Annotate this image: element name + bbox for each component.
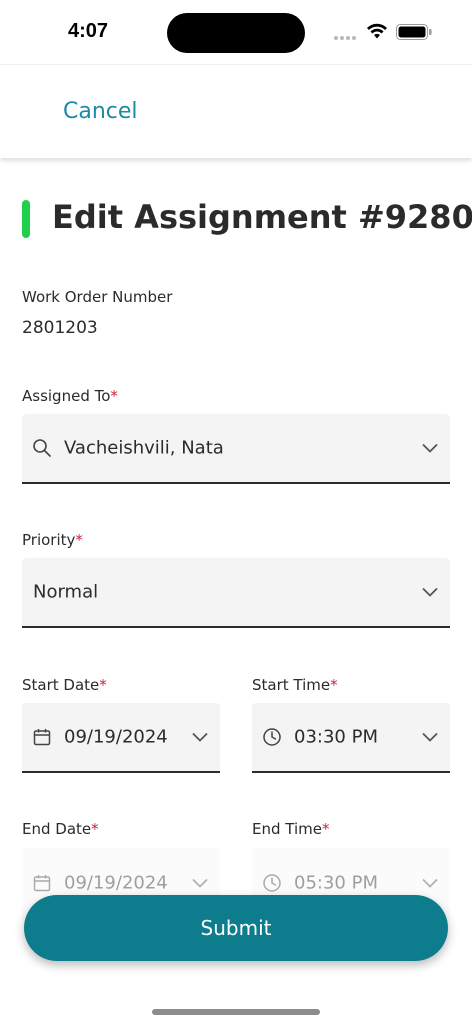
assigned-to-select[interactable]: Vacheishvili, Nata: [22, 414, 450, 484]
start-time-value: 03:30 PM: [294, 726, 378, 748]
priority-select[interactable]: Normal: [22, 558, 450, 628]
work-order-label: Work Order Number: [22, 288, 173, 306]
clock-icon: [263, 728, 281, 746]
start-time-label-text: Start Time: [252, 676, 331, 694]
end-date-label: End Date*: [22, 820, 99, 838]
required-mark: *: [321, 820, 330, 838]
end-date-label-text: End Date: [22, 820, 92, 838]
required-mark: *: [110, 387, 118, 405]
end-time-value: 05:30 PM: [294, 872, 378, 894]
priority-value: Normal: [33, 581, 99, 603]
chevron-down-icon: [422, 732, 438, 742]
title-accent-bar: [22, 200, 30, 238]
end-time-label-text: End Time: [252, 820, 322, 838]
battery-icon: [396, 24, 432, 40]
chevron-down-icon: [422, 443, 438, 453]
assigned-to-label: Assigned To*: [22, 387, 118, 405]
start-time-label: Start Time*: [252, 676, 338, 694]
end-date-value: 09/19/2024: [64, 872, 168, 894]
page-title: Edit Assignment #9280: [52, 198, 472, 236]
cancel-button[interactable]: Cancel: [63, 99, 138, 124]
start-date-picker[interactable]: 09/19/2024: [22, 703, 220, 773]
required-mark: *: [330, 676, 338, 694]
required-mark: *: [75, 531, 83, 549]
wifi-icon: [367, 23, 387, 39]
submit-button[interactable]: Submit: [24, 895, 448, 961]
priority-label: Priority*: [22, 531, 83, 549]
search-icon: [33, 439, 51, 457]
nav-header: Cancel: [0, 64, 472, 158]
end-time-label: End Time*: [252, 820, 329, 838]
start-time-picker[interactable]: 03:30 PM: [252, 703, 450, 773]
calendar-icon: [33, 729, 51, 746]
start-date-label: Start Date*: [22, 676, 107, 694]
start-date-value: 09/19/2024: [64, 726, 168, 748]
chevron-down-icon: [422, 587, 438, 597]
start-date-label-text: Start Date: [22, 676, 100, 694]
dynamic-island: [167, 13, 305, 53]
status-bar: 4:07: [0, 0, 472, 64]
chevron-down-icon: [192, 878, 208, 888]
work-order-value: 2801203: [22, 318, 98, 338]
assigned-to-value: Vacheishvili, Nata: [64, 437, 224, 459]
home-indicator[interactable]: [152, 1009, 320, 1015]
priority-label-text: Priority: [22, 531, 76, 549]
status-time: 4:07: [68, 20, 109, 42]
assigned-to-label-text: Assigned To: [22, 387, 111, 405]
chevron-down-icon: [422, 878, 438, 888]
calendar-icon: [33, 875, 51, 892]
chevron-down-icon: [192, 732, 208, 742]
clock-icon: [263, 874, 281, 892]
cellular-signal-icon: [334, 36, 358, 40]
required-mark: *: [99, 676, 107, 694]
required-mark: *: [91, 820, 99, 838]
